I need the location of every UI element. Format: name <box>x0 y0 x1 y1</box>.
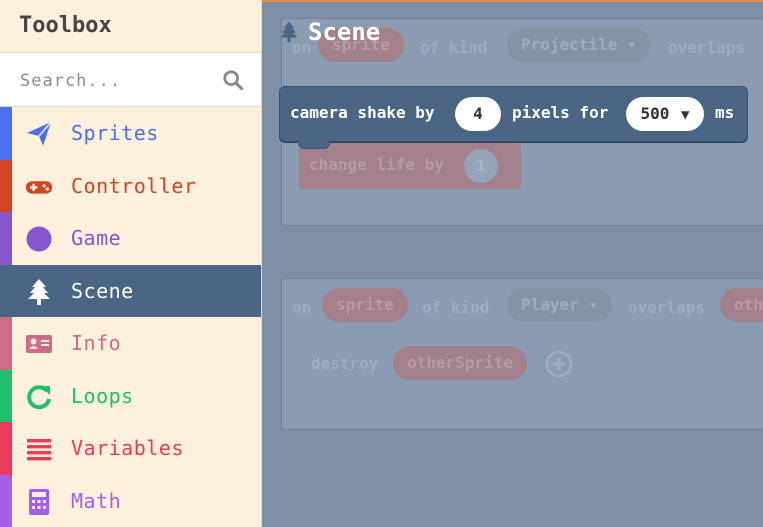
dropdown-arrow-icon: ▼ <box>681 107 690 123</box>
change-life-label: change life by <box>309 155 444 174</box>
overlap-event-block-2[interactable]: on sprite of kind Player ▾ overlaps oth … <box>281 278 763 430</box>
category-color-stripe <box>0 317 12 370</box>
search-input[interactable] <box>18 66 212 96</box>
block-of-kind-label: of kind <box>422 298 490 317</box>
category-color-stripe <box>0 212 12 265</box>
category-math[interactable]: Math <box>0 474 261 527</box>
destroy-label: destroy <box>311 354 379 373</box>
category-color-stripe <box>0 264 12 317</box>
ms-label: ms <box>715 103 735 122</box>
toolbox-title: Toolbox <box>0 0 261 53</box>
block-connector-notch <box>298 140 330 149</box>
category-label: Controller <box>71 173 197 198</box>
pixels-for-label: pixels for <box>512 103 609 122</box>
category-label: Loops <box>71 383 134 408</box>
category-game[interactable]: Game <box>0 212 261 265</box>
flyout-title-text: Scene <box>308 18 381 46</box>
destroy-block[interactable]: destroy otherSprite <box>299 337 581 391</box>
circle-icon <box>26 226 52 252</box>
calculator-icon <box>29 488 49 515</box>
refresh-icon <box>27 384 51 409</box>
search-box <box>0 53 261 107</box>
category-scene[interactable]: Scene <box>0 264 261 317</box>
category-color-stripe <box>0 107 12 160</box>
category-label: Info <box>71 331 122 356</box>
other-sprite-pill[interactable]: otherSprite <box>393 346 527 380</box>
block-overlaps-label: overlaps <box>668 38 746 57</box>
block-overlaps-label: overlaps <box>628 298 706 317</box>
category-color-stripe <box>0 159 12 212</box>
id-card-icon <box>26 335 52 353</box>
kind-dropdown[interactable]: Player ▾ <box>507 288 613 322</box>
category-info[interactable]: Info <box>0 317 261 370</box>
flyout-title: Scene <box>278 18 380 46</box>
block-on-label: on <box>292 298 312 317</box>
kind-value: Player <box>521 295 579 314</box>
category-color-stripe <box>0 422 12 475</box>
category-label: Game <box>71 226 122 251</box>
tree-icon <box>280 21 298 43</box>
change-life-block[interactable]: change life by 1 <box>299 143 521 189</box>
block-of-kind-label: of kind <box>420 38 488 57</box>
category-color-stripe <box>0 369 12 422</box>
category-label: Math <box>71 488 122 513</box>
category-label: Variables <box>71 436 184 461</box>
category-label: Scene <box>71 278 134 303</box>
paper-plane-icon <box>27 121 52 146</box>
list-icon <box>27 439 51 461</box>
tree-icon <box>28 278 50 305</box>
sprite-variable-pill[interactable]: sprite <box>322 288 408 322</box>
category-loops[interactable]: Loops <box>0 369 261 422</box>
life-value-input[interactable]: 1 <box>464 149 498 183</box>
duration-value: 500 <box>640 104 670 123</box>
camera-shake-block[interactable]: camera shake by 4 pixels for 500 ▼ ms <box>279 86 748 149</box>
duration-dropdown[interactable]: 500 ▼ <box>626 97 704 131</box>
gamepad-icon <box>25 180 53 194</box>
category-label: Sprites <box>71 121 159 146</box>
workspace[interactable]: on sprite of kind Projectile ▾ overlaps … <box>262 0 763 527</box>
category-variables[interactable]: Variables <box>0 422 261 475</box>
kind-value: Projectile <box>521 35 618 54</box>
category-color-stripe <box>0 474 12 527</box>
toolbox: Toolbox Sprites Controller <box>0 0 262 527</box>
camera-shake-label: camera shake by <box>290 103 435 122</box>
shake-amount-input[interactable]: 4 <box>455 97 501 131</box>
other-sprite-pill[interactable]: oth <box>720 288 763 322</box>
search-icon[interactable] <box>222 69 244 91</box>
workspace-top-border <box>262 0 763 2</box>
kind-dropdown[interactable]: Projectile ▾ <box>507 28 651 62</box>
category-controller[interactable]: Controller <box>0 159 261 212</box>
category-sprites[interactable]: Sprites <box>0 107 261 160</box>
add-icon[interactable] <box>545 350 573 378</box>
